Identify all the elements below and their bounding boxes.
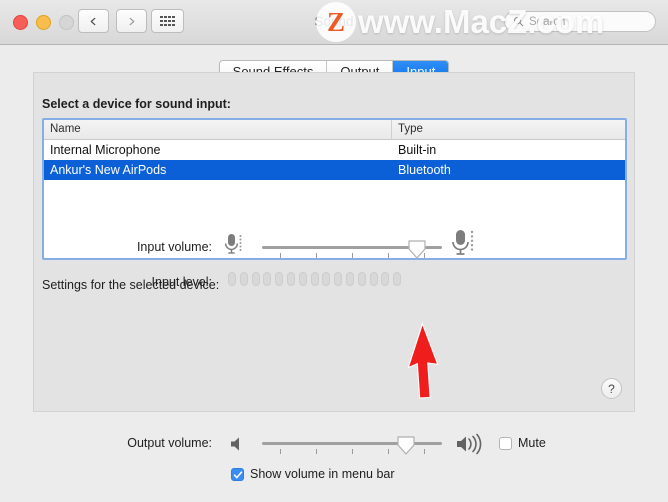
input-level-segment <box>393 272 402 286</box>
output-volume-row: Output volume: Mute <box>0 432 668 456</box>
search-field[interactable]: Search <box>504 11 656 32</box>
input-level-segment <box>251 272 260 286</box>
device-type: Bluetooth <box>398 163 451 177</box>
mute-checkbox[interactable] <box>499 437 512 450</box>
input-level-segment <box>286 272 295 286</box>
slider-tick <box>424 449 425 454</box>
input-level-meter <box>228 272 402 286</box>
microphone-small-icon <box>224 232 246 263</box>
slider-tick <box>388 253 389 258</box>
input-level-segment <box>298 272 307 286</box>
column-header-name[interactable]: Name <box>44 120 392 139</box>
input-level-label: Input level: <box>151 275 212 289</box>
table-row[interactable]: Internal Microphone Built-in <box>44 140 625 160</box>
slider-tick <box>388 449 389 454</box>
input-level-segment <box>334 272 343 286</box>
output-volume-ticks <box>262 449 442 455</box>
slider-tick <box>352 253 353 258</box>
output-volume-label: Output volume: <box>127 436 212 450</box>
input-level-segment <box>345 272 354 286</box>
input-volume-slider[interactable] <box>262 240 442 260</box>
slider-tick <box>316 449 317 454</box>
input-level-segment <box>228 272 236 286</box>
input-level-segment <box>322 272 331 286</box>
device-table[interactable]: Name Type Internal Microphone Built-in A… <box>42 118 627 260</box>
show-volume-label: Show volume in menu bar <box>250 467 395 481</box>
search-icon <box>513 16 524 27</box>
sound-preferences-window: Sound Search Z www.MacZ.com Sound Effect… <box>0 0 668 502</box>
input-level-segment <box>239 272 248 286</box>
mute-label: Mute <box>518 436 546 450</box>
device-section-heading: Select a device for sound input: <box>42 97 231 111</box>
speaker-loud-icon <box>455 433 489 460</box>
slider-tick <box>280 449 281 454</box>
output-volume-track[interactable] <box>262 442 442 445</box>
slider-tick <box>352 449 353 454</box>
checkmark-icon <box>233 470 242 478</box>
device-name: Internal Microphone <box>50 143 161 157</box>
slider-tick <box>316 253 317 258</box>
microphone-large-icon <box>452 228 478 265</box>
device-type: Built-in <box>398 143 437 157</box>
input-level-segment <box>357 272 366 286</box>
input-volume-label: Input volume: <box>136 240 212 254</box>
help-button[interactable]: ? <box>601 378 622 399</box>
show-volume-row: Show volume in menu bar <box>0 465 668 485</box>
input-level-segment <box>275 272 284 286</box>
table-header-row: Name Type <box>44 120 625 140</box>
input-level-segment <box>310 272 319 286</box>
output-volume-slider-thumb[interactable] <box>397 436 415 455</box>
slider-tick <box>280 253 281 258</box>
table-row[interactable]: Ankur's New AirPods Bluetooth <box>44 160 625 180</box>
search-placeholder: Search <box>529 15 566 28</box>
input-volume-slider-thumb[interactable] <box>408 240 426 259</box>
device-name: Ankur's New AirPods <box>50 163 167 177</box>
speaker-mute-icon <box>228 435 246 458</box>
input-level-segment <box>263 272 272 286</box>
show-volume-checkbox[interactable] <box>231 468 244 481</box>
column-header-type[interactable]: Type <box>392 120 625 139</box>
window-titlebar: Sound Search Z www.MacZ.com <box>0 0 668 45</box>
input-level-segment <box>369 272 378 286</box>
output-volume-slider[interactable] <box>262 436 442 456</box>
input-level-segment <box>381 272 390 286</box>
